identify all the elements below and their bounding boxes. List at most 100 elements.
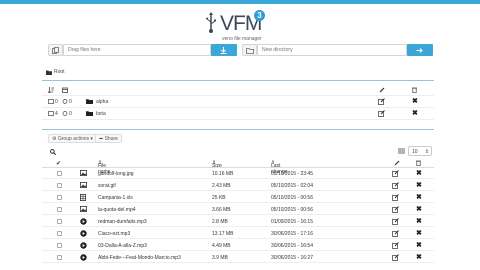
subfolder-count-icon	[62, 111, 68, 116]
folder-file-count: 0	[55, 99, 58, 105]
folder-row[interactable]: 0 0 alpha ✖	[42, 96, 434, 108]
delete-icon[interactable]: ✖	[412, 109, 418, 117]
file-count-icon	[48, 99, 54, 104]
file-date: 30/06/2015 - 17:16	[271, 231, 313, 237]
file-size: 3.9 MB	[212, 255, 228, 261]
row-checkbox[interactable]	[57, 255, 62, 260]
delete-icon[interactable]: ✖	[416, 193, 422, 201]
file-name[interactable]: la-quota-del.mp4	[98, 207, 136, 213]
delete-icon[interactable]: ✖	[416, 253, 422, 261]
edit-icon[interactable]	[392, 182, 399, 191]
column-last-change[interactable]: Last change ⇕	[271, 160, 287, 175]
file-row[interactable]: redman-dumfaits.mp3 2.8 MB 01/09/2015 - 16…	[42, 216, 434, 227]
file-row[interactable]: sorat.gif 2.43 MB 05/10/2015 - 02:04 ✖	[42, 180, 434, 191]
group-actions-label: Group actions	[57, 136, 90, 142]
select-all-checkmark-icon[interactable]: ✔	[56, 160, 61, 167]
share-button[interactable]: ➦ Share	[95, 134, 122, 143]
delete-icon[interactable]: ✖	[416, 229, 422, 237]
folder-file-count: 4	[55, 111, 58, 117]
file-name[interactable]: sorat.gif	[98, 183, 116, 189]
file-row[interactable]: la-quota-del.mp4 3.66 MB 05/10/2015 - 00:5…	[42, 204, 434, 215]
folder-subfolder-count: 0	[69, 111, 72, 117]
edit-icon[interactable]	[392, 242, 399, 251]
delete-icon[interactable]: ✖	[412, 97, 418, 105]
row-checkbox[interactable]	[57, 183, 62, 188]
file-date: 05/10/2015 - 00:56	[271, 207, 313, 213]
per-page-select[interactable]: 10 ⇕	[408, 146, 432, 156]
edit-icon[interactable]	[392, 230, 399, 239]
file-size: 10.16 MB	[212, 171, 234, 177]
version-badge: 3	[254, 10, 265, 21]
file-row[interactable]: 03-Dalla-A-alla-Z.mp3 4.49 MB 30/06/2015 -…	[42, 240, 434, 251]
download-icon	[220, 47, 227, 54]
delete-icon[interactable]: ✖	[416, 169, 422, 177]
column-file-name[interactable]: File name ⇕	[98, 160, 111, 175]
file-name[interactable]: 03-Dalla-A-alla-Z.mp3	[98, 243, 147, 249]
sort-list-icon[interactable]	[48, 87, 54, 93]
share-label: Share	[104, 136, 118, 142]
file-size: 3.66 MB	[212, 207, 231, 213]
app-logo: VFM 3 veno file manager	[200, 8, 290, 42]
file-row[interactable]: gandolf-long.jpg 10.16 MB 05/10/2015 - 23:…	[42, 168, 434, 179]
row-checkbox[interactable]	[57, 195, 62, 200]
caret-down-icon: ▾	[90, 136, 93, 142]
breadcrumb: Root	[42, 68, 434, 78]
play-icon	[80, 230, 87, 239]
new-directory-input[interactable]	[257, 44, 407, 56]
delete-icon[interactable]: ✖	[416, 217, 422, 225]
file-row[interactable]: Abbi-Fede---Feat-Mondo-Marcio.mp3 3.9 MB 3…	[42, 252, 434, 263]
search-icon[interactable]	[50, 149, 56, 155]
file-name[interactable]: Abbi-Fede---Feat-Mondo-Marcio.mp3	[98, 255, 181, 261]
calendar-icon[interactable]	[62, 87, 68, 93]
new-folder-icon-box[interactable]	[242, 44, 257, 56]
section-divider	[42, 80, 434, 81]
row-checkbox[interactable]	[57, 231, 62, 236]
delete-icon[interactable]: ✖	[416, 181, 422, 189]
folder-name[interactable]: beta	[96, 111, 106, 117]
group-actions-dropdown[interactable]: ⚙ Group actions ▾	[48, 134, 97, 143]
edit-icon[interactable]	[392, 218, 399, 227]
upload-files-icon-box[interactable]	[48, 44, 63, 56]
column-size[interactable]: Size ⇕	[212, 160, 222, 169]
file-row[interactable]: Ciaco-ezt.mp3 13.17 MB 30/06/2015 - 17:16 ✖	[42, 228, 434, 239]
per-page-value: 10	[412, 149, 418, 155]
edit-icon[interactable]	[378, 98, 385, 105]
pencil-icon	[379, 87, 385, 93]
edit-icon[interactable]	[392, 206, 399, 215]
edit-icon[interactable]	[392, 254, 399, 263]
row-checkbox[interactable]	[57, 171, 62, 176]
folder-table-header	[42, 84, 434, 96]
folder-name[interactable]: alpha	[96, 99, 108, 105]
pencil-icon	[394, 160, 400, 166]
file-name[interactable]: gandolf-long.jpg	[98, 171, 134, 177]
row-checkbox[interactable]	[57, 243, 62, 248]
row-checkbox[interactable]	[57, 207, 62, 212]
file-name[interactable]: Ciaco-ezt.mp3	[98, 231, 130, 237]
trash-icon	[412, 87, 417, 93]
folder-row[interactable]: 4 0 beta ✖	[42, 108, 434, 120]
subfolder-count-icon	[62, 99, 68, 104]
spreadsheet-icon	[80, 194, 86, 203]
file-size: 13.17 MB	[212, 231, 234, 237]
file-name[interactable]: Campania-1.xls	[98, 195, 133, 201]
file-name[interactable]: redman-dumfaits.mp3	[98, 219, 147, 225]
top-accent-bar	[0, 0, 480, 4]
edit-icon[interactable]	[392, 170, 399, 179]
folder-icon	[86, 111, 93, 116]
breadcrumb-root[interactable]: Root	[54, 69, 65, 75]
file-row[interactable]: Campania-1.xls 25 KB 05/10/2015 - 00:56 ✖	[42, 192, 434, 203]
edit-icon[interactable]	[378, 110, 385, 117]
files-icon	[52, 47, 59, 54]
delete-icon[interactable]: ✖	[416, 205, 422, 213]
file-date: 05/10/2015 - 02:04	[271, 183, 313, 189]
create-directory-button[interactable]	[407, 44, 433, 56]
arrow-right-icon	[416, 48, 423, 53]
edit-icon[interactable]	[392, 194, 399, 203]
upload-button[interactable]	[211, 44, 237, 56]
logo-subtitle: veno file manager	[222, 36, 262, 42]
row-checkbox[interactable]	[57, 219, 62, 224]
file-size: 2.43 MB	[212, 183, 231, 189]
play-icon	[80, 218, 87, 227]
delete-icon[interactable]: ✖	[416, 241, 422, 249]
upload-input[interactable]	[63, 44, 211, 56]
